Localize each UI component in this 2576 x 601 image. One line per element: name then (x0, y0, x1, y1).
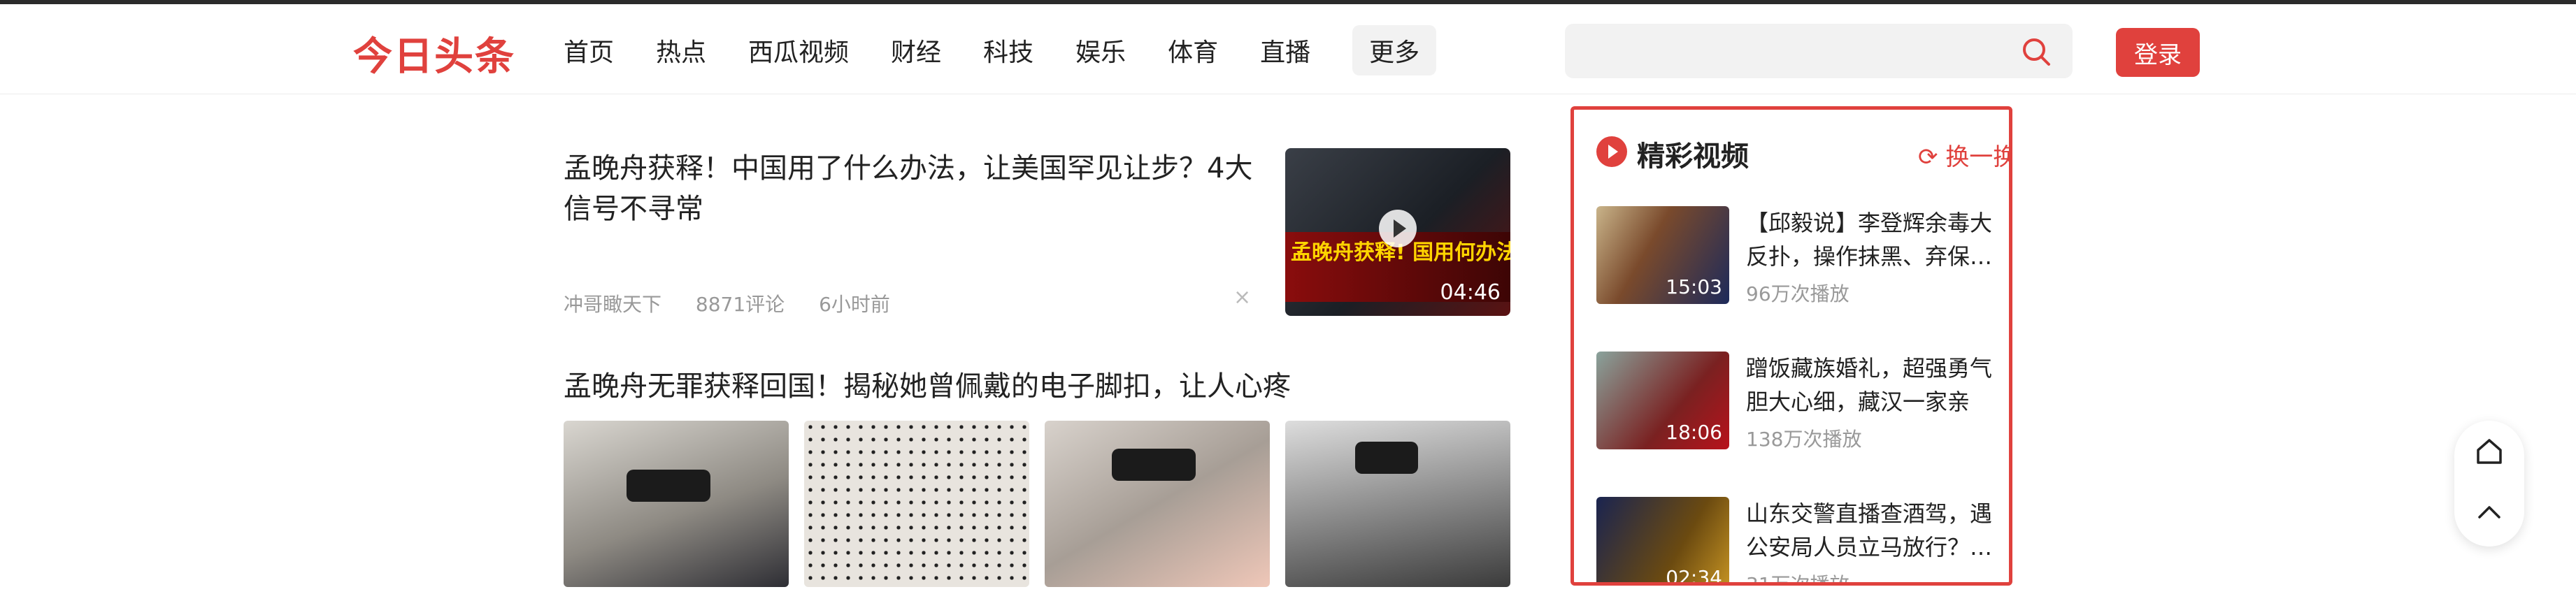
header: 今日头条 首页 热点 西瓜视频 财经 科技 娱乐 体育 直播 更多 登录 (0, 4, 2576, 94)
nav-item-hot[interactable]: 热点 (656, 32, 706, 68)
video-info: 【邱毅说】李登辉余毒大反扑，操作抹黑、弃保… 96万次播放 (1746, 206, 1995, 307)
article-meta: 冲哥瞰天下 8871评论 6小时前 (564, 289, 918, 317)
refresh-label: 换一换 (1945, 143, 2012, 171)
nav-more-button[interactable]: 更多 (1352, 25, 1437, 75)
floating-toolbar (2454, 421, 2524, 546)
refresh-button[interactable]: ⟳ 换一换 (1918, 138, 2012, 172)
video-info: 蹭饭藏族婚礼，超强勇气胆大心细，藏汉一家亲 138万次播放 (1746, 352, 1995, 452)
video-list-item[interactable]: 15:03 【邱毅说】李登辉余毒大反扑，操作抹黑、弃保… 96万次播放 (1596, 206, 2009, 311)
article-comments[interactable]: 8871评论 (696, 293, 785, 316)
video-thumbnail[interactable]: 02:34 (1596, 497, 1729, 586)
chevron-up-icon[interactable] (2474, 496, 2505, 527)
article-image-row (564, 421, 1510, 587)
video-duration: 04:46 (1440, 280, 1501, 305)
nav-item-live[interactable]: 直播 (1260, 32, 1310, 68)
article-image[interactable] (564, 421, 789, 587)
nav-item-entertainment[interactable]: 娱乐 (1075, 32, 1126, 68)
article-image[interactable] (1045, 421, 1270, 587)
ankle-monitor-graphic (1112, 449, 1196, 481)
article-time: 6小时前 (819, 293, 890, 316)
close-icon[interactable]: × (1233, 285, 1251, 310)
video-duration: 15:03 (1666, 275, 1722, 298)
video-plays: 31万次播放 (1746, 573, 1849, 586)
featured-videos-panel: 精彩视频 ⟳ 换一换 15:03 【邱毅说】李登辉余毒大反扑，操作抹黑、弃保… … (1570, 106, 2012, 586)
logo[interactable]: 今日头条 (353, 25, 515, 82)
article-title[interactable]: 孟晚舟获释！中国用了什么办法，让美国罕见让步？4大信号不寻常 (564, 148, 1263, 229)
video-info: 山东交警直播查酒驾，遇公安局人员立马放行？… 31万次播放 (1746, 497, 1995, 586)
video-title[interactable]: 【邱毅说】李登辉余毒大反扑，操作抹黑、弃保… (1746, 206, 1995, 273)
feed-article[interactable]: 孟晚舟获释！中国用了什么办法，让美国罕见让步？4大信号不寻常 冲哥瞰天下 887… (564, 148, 1510, 316)
nav-item-home[interactable]: 首页 (564, 32, 614, 68)
video-plays: 96万次播放 (1746, 282, 1849, 305)
video-list-item[interactable]: 02:34 山东交警直播查酒驾，遇公安局人员立马放行？… 31万次播放 (1596, 497, 2009, 586)
video-thumbnail[interactable]: 18:06 (1596, 352, 1729, 449)
article-image[interactable] (804, 421, 1029, 587)
video-icon (1596, 136, 1627, 167)
main-nav: 首页 热点 西瓜视频 财经 科技 娱乐 体育 直播 更多 (564, 25, 1437, 75)
video-plays: 138万次播放 (1746, 428, 1862, 451)
search-box (1565, 24, 2073, 78)
play-icon[interactable] (1379, 210, 1417, 247)
nav-item-finance[interactable]: 财经 (891, 32, 941, 68)
refresh-icon: ⟳ (1918, 143, 1938, 171)
nav-item-sports[interactable]: 体育 (1168, 32, 1218, 68)
home-icon[interactable] (2474, 436, 2505, 467)
video-duration: 02:34 (1666, 566, 1722, 586)
search-icon[interactable] (2019, 35, 2053, 68)
nav-item-tech[interactable]: 科技 (983, 32, 1033, 68)
panel-header: 精彩视频 ⟳ 换一换 (1596, 131, 2012, 173)
video-title[interactable]: 山东交警直播查酒驾，遇公安局人员立马放行？… (1746, 497, 1995, 564)
article-title[interactable]: 孟晚舟无罪获释回国！揭秘她曾佩戴的电子脚扣，让人心疼 (564, 366, 1291, 407)
video-thumbnail[interactable]: 15:03 (1596, 206, 1729, 304)
search-input[interactable] (1576, 32, 1998, 71)
panel-title: 精彩视频 (1637, 140, 1749, 173)
video-duration: 18:06 (1666, 421, 1722, 444)
video-thumbnail[interactable]: 孟晚舟获释! 国用何办法让美让步 04:46 (1285, 148, 1510, 316)
login-button[interactable]: 登录 (2116, 28, 2200, 77)
article-image[interactable] (1285, 421, 1510, 587)
video-title[interactable]: 蹭饭藏族婚礼，超强勇气胆大心细，藏汉一家亲 (1746, 352, 1995, 419)
ankle-monitor-graphic (627, 470, 710, 502)
video-list-item[interactable]: 18:06 蹭饭藏族婚礼，超强勇气胆大心细，藏汉一家亲 138万次播放 (1596, 352, 2009, 456)
ankle-monitor-graphic (1355, 442, 1418, 474)
article-author[interactable]: 冲哥瞰天下 (564, 293, 661, 316)
nav-item-xigua-video[interactable]: 西瓜视频 (748, 32, 849, 68)
